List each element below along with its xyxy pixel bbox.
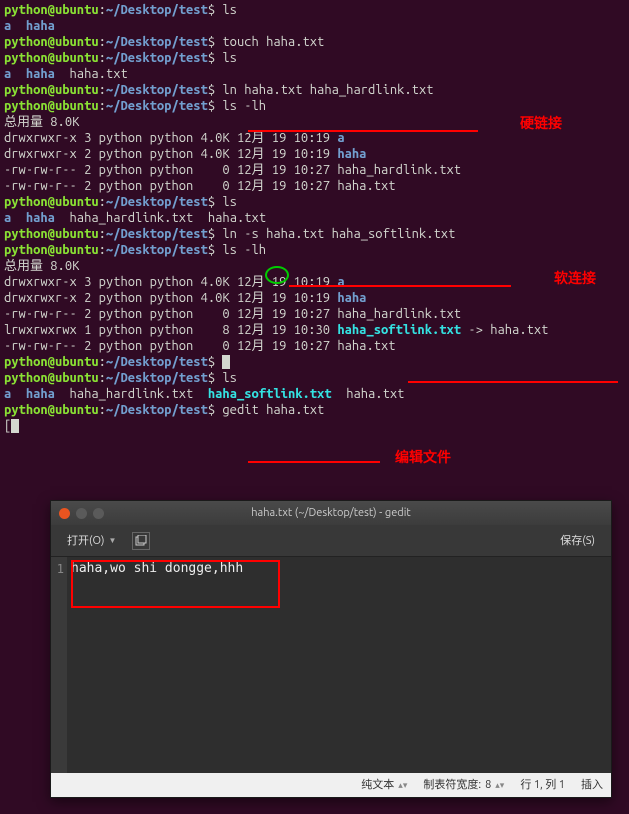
open-button[interactable]: 打开(O) ▼ xyxy=(59,529,124,553)
annotation-hardlink: 硬链接 xyxy=(520,115,562,131)
new-tab-icon[interactable] xyxy=(132,532,150,550)
circle-softlink-flag xyxy=(265,266,289,284)
underline-gedit xyxy=(248,461,380,463)
status-position: 行 1, 列 1 xyxy=(520,777,565,793)
chevron-updown-icon: ▴▾ xyxy=(398,777,407,793)
chevron-down-icon: ▼ xyxy=(108,533,116,549)
underline-symlink-output xyxy=(408,381,618,383)
status-language-label: 纯文本 xyxy=(361,777,394,793)
gedit-statusbar: 纯文本 ▴▾ 制表符宽度: 8 ▴▾ 行 1, 列 1 插入 xyxy=(51,773,611,797)
window-close-button[interactable] xyxy=(59,508,70,519)
status-tabwidth-value: 8 xyxy=(485,777,491,793)
gedit-title: haha.txt (~/Desktop/test) - gedit xyxy=(51,505,611,521)
status-language[interactable]: 纯文本 ▴▾ xyxy=(361,777,407,793)
save-button[interactable]: 保存(S) xyxy=(552,529,603,553)
annotation-edit: 编辑文件 xyxy=(395,449,451,465)
window-maximize-button[interactable] xyxy=(93,508,104,519)
status-tabwidth-label: 制表符宽度: xyxy=(423,777,481,793)
underline-softlink-cmd xyxy=(289,285,511,287)
gedit-toolbar: 打开(O) ▼ 保存(S) xyxy=(51,525,611,557)
highlight-box-editor-text xyxy=(71,560,280,608)
window-minimize-button[interactable] xyxy=(76,508,87,519)
underline-hardlink xyxy=(248,130,478,132)
line-number-gutter: 1 xyxy=(51,557,67,773)
open-button-label: 打开(O) xyxy=(67,533,104,549)
annotation-softlink: 软连接 xyxy=(554,270,596,286)
chevron-updown-icon: ▴▾ xyxy=(495,777,504,793)
gedit-window: haha.txt (~/Desktop/test) - gedit 打开(O) … xyxy=(50,500,612,798)
status-tabwidth[interactable]: 制表符宽度: 8 ▴▾ xyxy=(423,777,504,793)
gedit-titlebar[interactable]: haha.txt (~/Desktop/test) - gedit xyxy=(51,501,611,525)
status-mode: 插入 xyxy=(581,777,603,793)
terminal-output[interactable]: python@ubuntu:~/Desktop/test$ lsa hahapy… xyxy=(0,0,629,436)
